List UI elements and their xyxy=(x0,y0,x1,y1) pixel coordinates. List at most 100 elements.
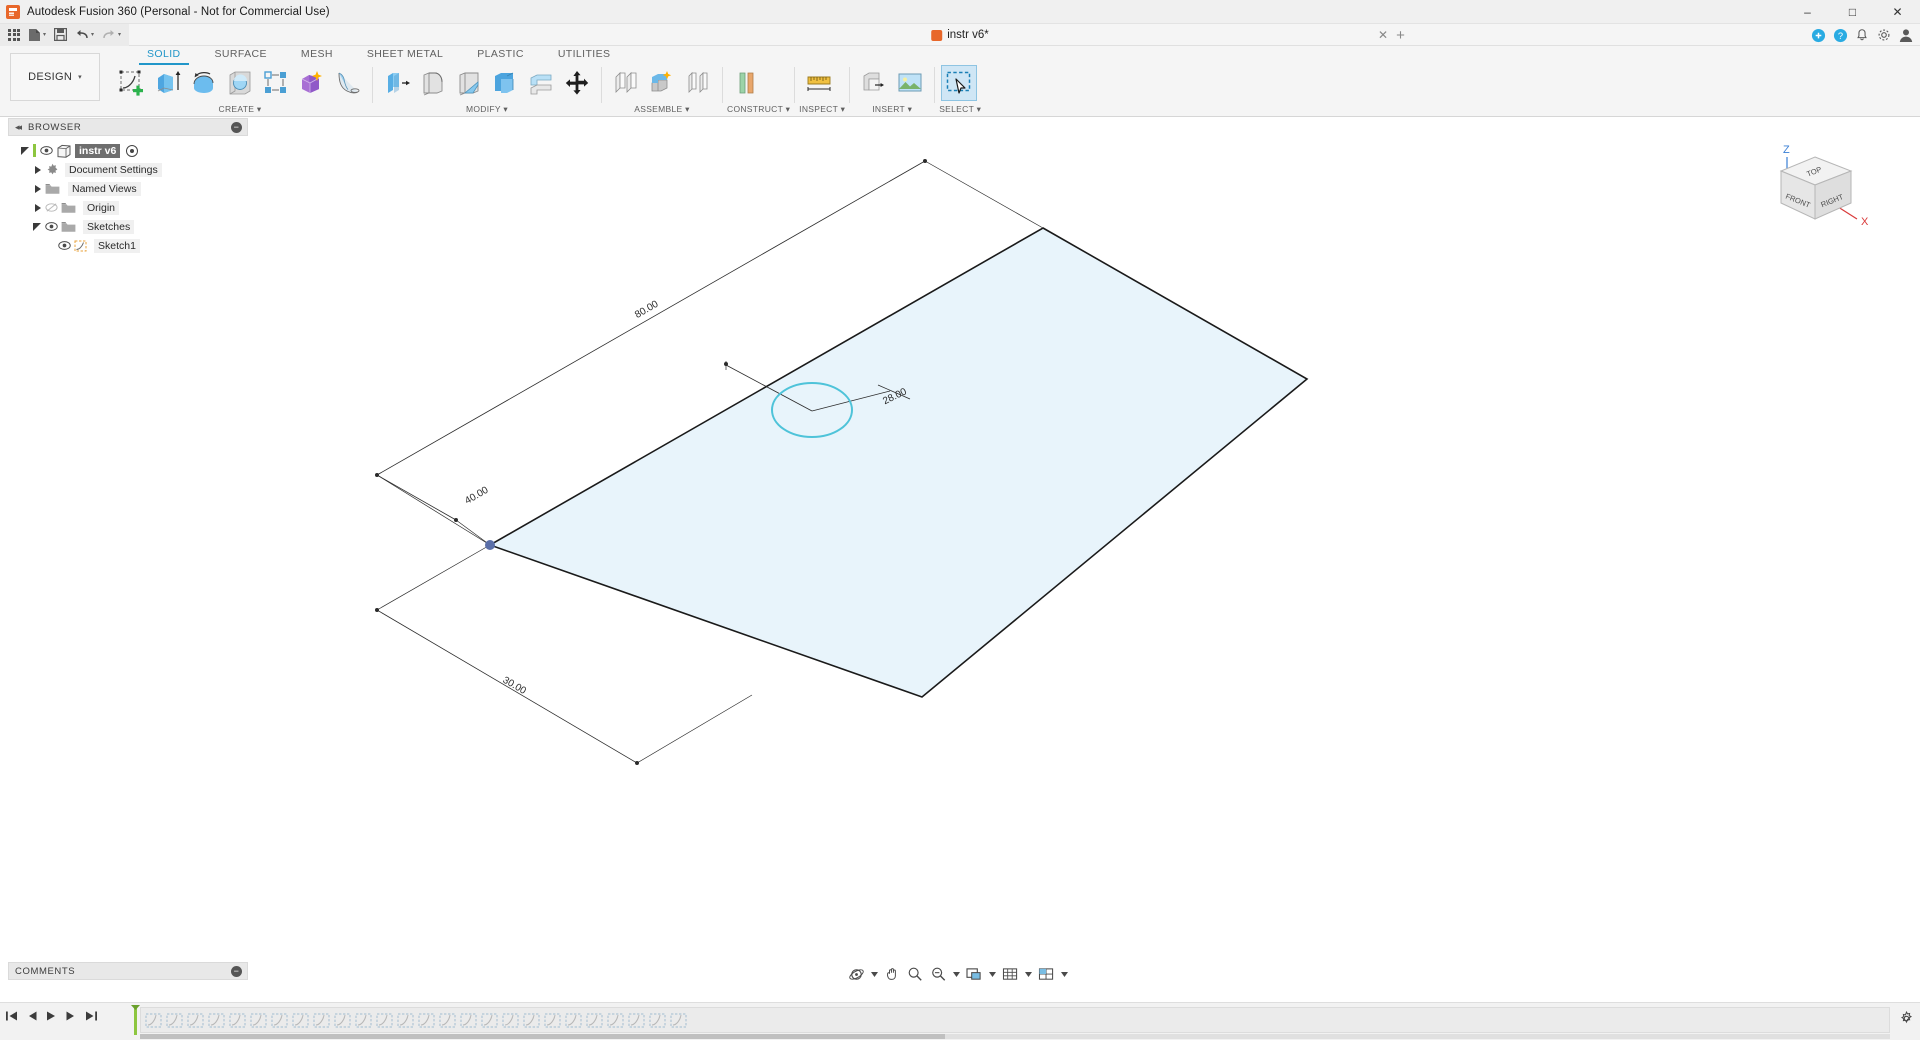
timeline-feature[interactable] xyxy=(669,1011,688,1030)
timeline-feature[interactable] xyxy=(585,1011,604,1030)
timeline-marker[interactable] xyxy=(131,1005,140,1035)
redo-button[interactable]: ▾ xyxy=(98,25,125,45)
panel-construct-label[interactable]: CONSTRUCT ▾ xyxy=(727,104,790,115)
timeline-feature[interactable] xyxy=(165,1011,184,1030)
move-copy-icon[interactable] xyxy=(559,65,595,101)
panel-insert-label[interactable]: INSERT ▾ xyxy=(854,104,930,115)
revolve-icon[interactable] xyxy=(186,65,222,101)
timeline-feature[interactable] xyxy=(249,1011,268,1030)
grid-snaps-caret-icon[interactable] xyxy=(1023,964,1034,984)
expand-arrow-icon[interactable] xyxy=(32,183,43,194)
tree-item-document-settings[interactable]: Document Settings xyxy=(8,160,248,179)
tab-solid[interactable]: SOLID xyxy=(130,46,198,65)
visibility-eye-icon[interactable] xyxy=(45,221,58,232)
new-tab-icon[interactable]: + xyxy=(1396,27,1405,44)
tree-item-instr-v6[interactable]: instr v6 xyxy=(8,141,248,160)
shell-icon[interactable] xyxy=(487,65,523,101)
settings-icon[interactable] xyxy=(1874,25,1894,45)
timeline-feature[interactable] xyxy=(270,1011,289,1030)
avatar-icon[interactable] xyxy=(1896,25,1916,45)
orbit-icon[interactable] xyxy=(845,964,868,984)
timeline-feature[interactable] xyxy=(333,1011,352,1030)
pattern-icon[interactable] xyxy=(258,65,294,101)
press-pull-icon[interactable] xyxy=(379,65,415,101)
go-to-end-icon[interactable] xyxy=(84,1009,98,1023)
timeline-feature[interactable] xyxy=(291,1011,310,1030)
timeline-feature[interactable] xyxy=(648,1011,667,1030)
step-back-icon[interactable] xyxy=(24,1009,38,1023)
canvas-viewport[interactable]: 80.00 40.00 30.00 28.00 Z X TOP FRONT RI… xyxy=(0,117,1920,813)
sketch-face[interactable] xyxy=(490,228,1307,697)
workspace-switcher[interactable]: DESIGN ▾ xyxy=(10,53,100,101)
fillet-icon[interactable] xyxy=(415,65,451,101)
rigid-group-icon[interactable] xyxy=(680,65,716,101)
panel-modify-label[interactable]: MODIFY ▾ xyxy=(377,104,597,115)
new-component-icon[interactable] xyxy=(608,65,644,101)
offset-plane-icon[interactable] xyxy=(729,65,765,101)
tab-utilities[interactable]: UTILITIES xyxy=(541,46,628,60)
close-document-icon[interactable]: ✕ xyxy=(1378,28,1388,42)
timeline-feature[interactable] xyxy=(522,1011,541,1030)
timeline-feature[interactable] xyxy=(312,1011,331,1030)
timeline-feature[interactable] xyxy=(186,1011,205,1030)
visibility-eye-off-icon[interactable] xyxy=(45,202,58,213)
visibility-eye-icon[interactable] xyxy=(58,240,71,251)
notifications-icon[interactable] xyxy=(1852,25,1872,45)
step-forward-icon[interactable] xyxy=(64,1009,78,1023)
extrude-icon[interactable] xyxy=(150,65,186,101)
view-cube[interactable]: Z X TOP FRONT RIGHT xyxy=(1765,139,1875,249)
tree-item-sketches[interactable]: Sketches xyxy=(8,217,248,236)
pan-icon[interactable] xyxy=(881,964,903,984)
timeline-feature[interactable] xyxy=(564,1011,583,1030)
tab-mesh[interactable]: MESH xyxy=(284,46,350,60)
timeline-feature[interactable] xyxy=(396,1011,415,1030)
expand-arrow-icon[interactable] xyxy=(32,202,43,213)
timeline-scrollbar[interactable] xyxy=(140,1034,1890,1039)
panel-select-label[interactable]: SELECT ▾ xyxy=(939,104,981,115)
timeline-feature[interactable] xyxy=(375,1011,394,1030)
timeline-track[interactable] xyxy=(140,1007,1890,1033)
timeline-feature[interactable] xyxy=(459,1011,478,1030)
loft-icon[interactable] xyxy=(330,65,366,101)
timeline-feature[interactable] xyxy=(627,1011,646,1030)
timeline-feature[interactable] xyxy=(354,1011,373,1030)
timeline-feature[interactable] xyxy=(438,1011,457,1030)
form-icon[interactable] xyxy=(294,65,330,101)
joint-icon[interactable] xyxy=(644,65,680,101)
tab-surface[interactable]: SURFACE xyxy=(198,46,284,60)
visibility-eye-icon[interactable] xyxy=(40,145,53,156)
select-window-icon[interactable] xyxy=(941,65,978,101)
timeline-feature[interactable] xyxy=(480,1011,499,1030)
file-menu-button[interactable]: ▾ xyxy=(24,25,50,45)
zoom-icon[interactable] xyxy=(904,964,926,984)
browser-minimize-icon[interactable]: − xyxy=(231,121,242,133)
zoom-window-icon[interactable] xyxy=(927,964,950,984)
tree-item-named-views[interactable]: Named Views xyxy=(8,179,248,198)
undo-button[interactable]: ▾ xyxy=(71,25,98,45)
timeline-feature[interactable] xyxy=(501,1011,520,1030)
tab-sheet-metal[interactable]: SHEET METAL xyxy=(350,46,460,60)
timeline-feature[interactable] xyxy=(228,1011,247,1030)
tree-item-origin[interactable]: Origin xyxy=(8,198,248,217)
zoom-window-caret-icon[interactable] xyxy=(951,964,962,984)
collapse-panel-icon[interactable]: ◂◂ xyxy=(15,122,22,133)
insert-canvas-icon[interactable] xyxy=(892,65,928,101)
maximize-button[interactable]: □ xyxy=(1830,0,1875,24)
expand-arrow-icon[interactable] xyxy=(32,221,43,232)
go-to-beginning-icon[interactable] xyxy=(4,1009,18,1023)
comments-minimize-icon[interactable]: − xyxy=(231,965,242,977)
chamfer-icon[interactable] xyxy=(451,65,487,101)
measure-icon[interactable] xyxy=(801,65,837,101)
close-button[interactable]: ✕ xyxy=(1875,0,1920,24)
insert-derive-icon[interactable] xyxy=(856,65,892,101)
viewports-icon[interactable] xyxy=(1035,964,1058,984)
grid-snaps-icon[interactable] xyxy=(999,964,1022,984)
panel-create-label[interactable]: CREATE ▾ xyxy=(112,104,368,115)
timeline-feature[interactable] xyxy=(543,1011,562,1030)
viewports-caret-icon[interactable] xyxy=(1059,964,1070,984)
display-settings-icon[interactable] xyxy=(963,964,986,984)
sweep-icon[interactable] xyxy=(222,65,258,101)
timeline-feature[interactable] xyxy=(207,1011,226,1030)
play-icon[interactable] xyxy=(44,1009,58,1023)
origin-point[interactable] xyxy=(485,540,495,550)
